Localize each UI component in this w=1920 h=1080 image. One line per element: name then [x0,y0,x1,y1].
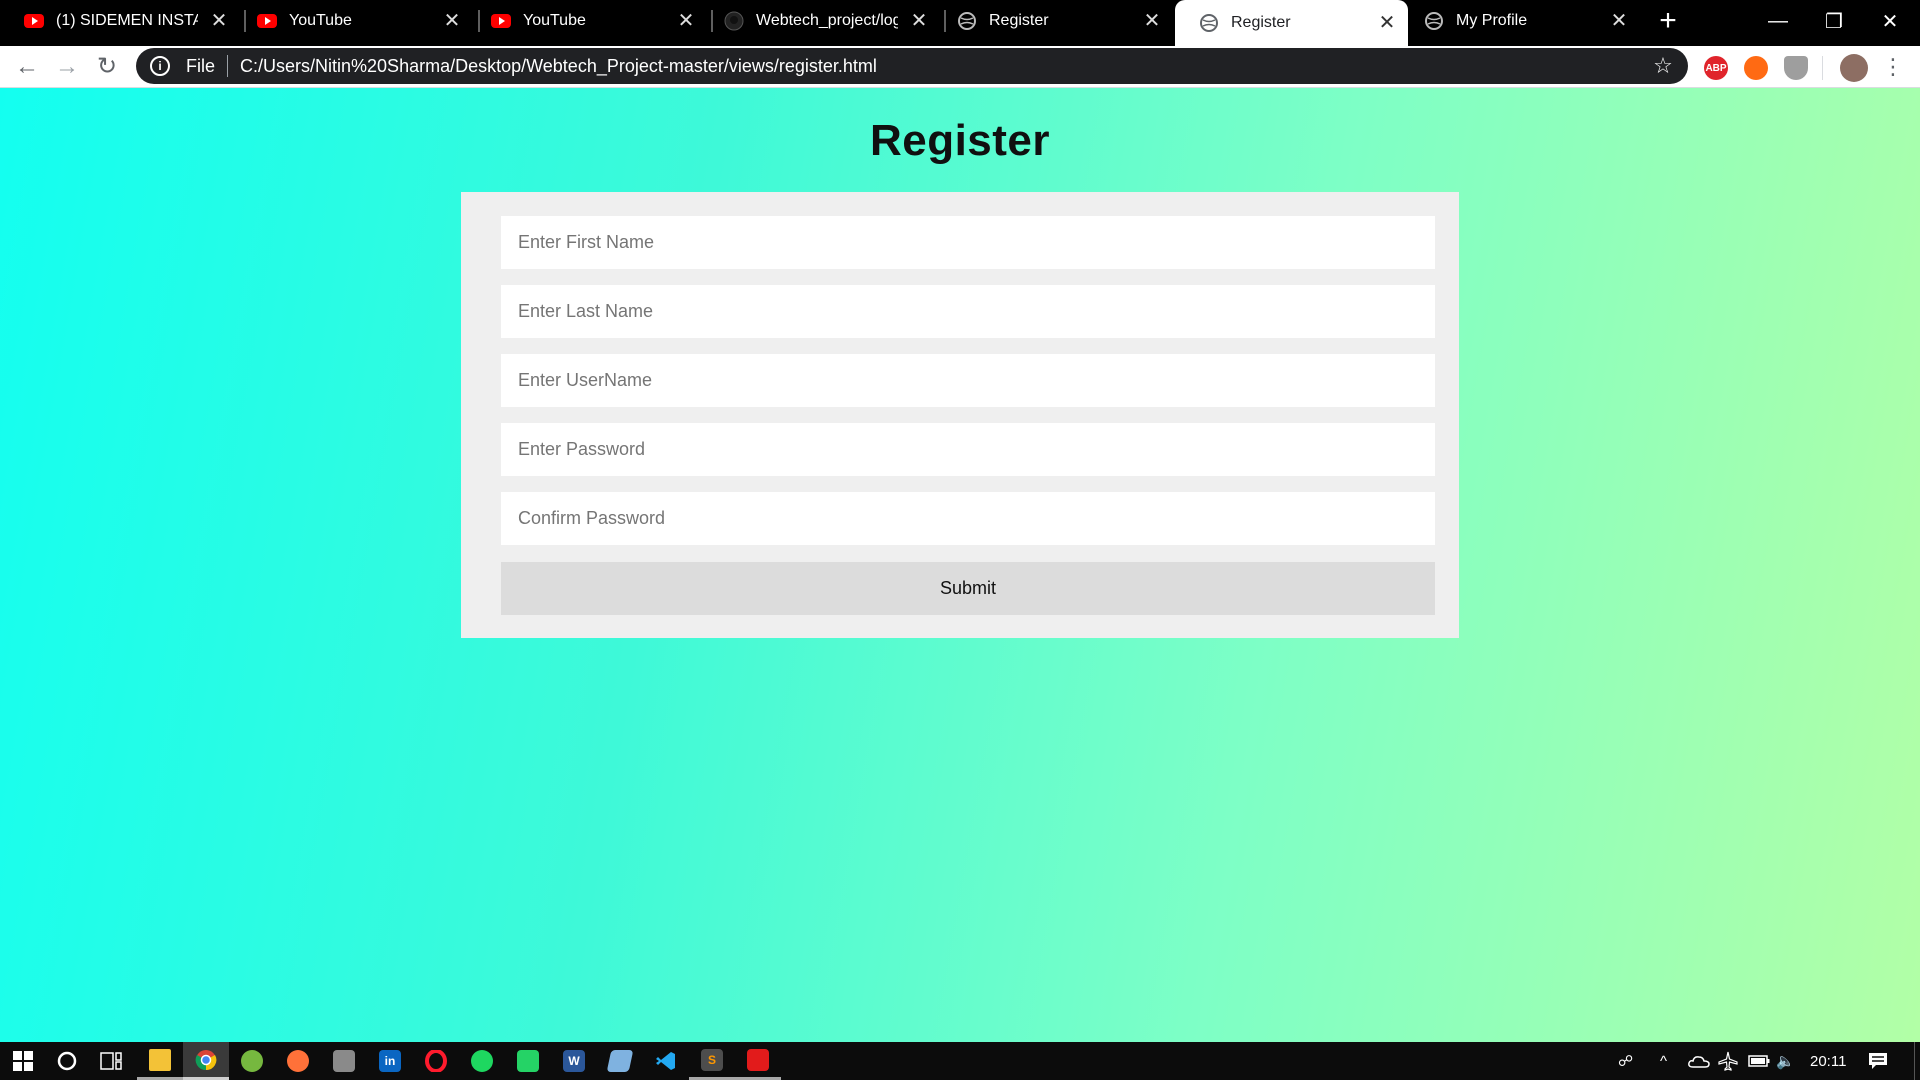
url-scheme: File [186,55,216,76]
shield-icon[interactable] [1784,56,1808,80]
close-icon[interactable]: ✕ [675,10,697,32]
utorrent-icon[interactable] [229,1042,275,1080]
linkedin-icon[interactable]: in [367,1042,413,1080]
url-text[interactable]: C:/Users/Nitin%20Sharma/Desktop/Webtech_… [240,56,1648,77]
tab-youtube-2[interactable]: YouTube ✕ [467,0,707,42]
camera-icon[interactable] [321,1042,367,1080]
tab-title: YouTube [523,12,586,29]
tab-youtube-1[interactable]: YouTube ✕ [233,0,473,42]
show-desktop-button[interactable] [1914,1042,1915,1080]
browser-menu-icon[interactable]: ⋮ [1876,50,1910,84]
close-icon[interactable]: ✕ [908,10,930,32]
restore-button[interactable]: ❐ [1806,0,1862,42]
close-icon[interactable]: ✕ [1376,12,1398,34]
onedrive-icon[interactable] [1688,1042,1710,1080]
page-content: Register Submit [0,88,1920,1042]
battery-icon[interactable] [1748,1042,1770,1080]
tab-title: Register [1231,14,1291,31]
word-icon[interactable]: W [551,1042,597,1080]
clock[interactable]: 20:11 [1810,1042,1846,1080]
bookmark-star-icon[interactable]: ☆ [1648,53,1678,79]
window-close-button[interactable]: ✕ [1862,0,1918,42]
tab-register-active[interactable]: Register ✕ [1175,0,1408,46]
action-center-icon[interactable] [1868,1042,1888,1080]
confirm-password-input[interactable] [501,492,1435,545]
word-label: W [563,1050,585,1072]
chevron-up-icon[interactable]: ^ [1660,1042,1667,1080]
vscode-icon[interactable] [643,1042,689,1080]
sublime-label: S [701,1048,723,1071]
tab-webtech-login[interactable]: Webtech_project/login ✕ [700,0,940,42]
address-bar[interactable]: i File C:/Users/Nitin%20Sharma/Desktop/W… [136,48,1688,84]
cortana-icon[interactable] [44,1042,90,1080]
info-icon[interactable]: i [150,56,170,76]
globe-icon [957,11,977,31]
people-icon[interactable]: ☍ [1618,1042,1633,1080]
forward-button[interactable]: → [50,50,84,84]
username-input[interactable] [501,354,1435,407]
airplane-icon[interactable] [1718,1042,1738,1080]
register-form: Submit [461,192,1459,638]
youtube-icon [257,11,277,31]
windows-start-icon[interactable] [0,1042,46,1080]
notes-icon[interactable] [597,1042,643,1080]
close-icon[interactable]: ✕ [208,10,230,32]
omnibox-divider [227,55,229,77]
github-icon [724,11,744,31]
whatsapp-icon[interactable] [505,1042,551,1080]
linkedin-label: in [379,1050,401,1072]
globe-icon [1424,11,1444,31]
tab-register-1[interactable]: Register ✕ [933,0,1173,42]
opera-icon[interactable] [413,1042,459,1080]
close-icon[interactable]: ✕ [1608,10,1630,32]
tab-my-profile[interactable]: My Profile ✕ [1400,0,1640,42]
last-name-input[interactable] [501,285,1435,338]
extension-icon[interactable] [1744,56,1768,80]
volume-icon[interactable]: 🔈 [1776,1042,1795,1080]
windows-taskbar: in W S ☍ ^ 🔈 20:11 [0,1042,1920,1080]
tab-title: My Profile [1456,12,1528,29]
tab-title: (1) SIDEMEN INSTAGRAM [56,12,198,29]
acrobat-icon[interactable] [735,1042,781,1080]
new-tab-button[interactable]: + [1652,6,1684,38]
tab-title: YouTube [289,12,352,29]
file-explorer-icon[interactable] [137,1042,183,1080]
globe-icon [1199,13,1219,33]
password-input[interactable] [501,423,1435,476]
adblock-icon[interactable]: ABP [1704,56,1728,80]
avatar[interactable] [1840,54,1868,82]
first-name-input[interactable] [501,216,1435,269]
youtube-icon [24,11,44,31]
tab-sidemen-instagram[interactable]: (1) SIDEMEN INSTAGRAM ✕ [0,0,240,42]
browser-toolbar: ← → ↻ i File C:/Users/Nitin%20Sharma/Des… [0,46,1920,88]
page-title: Register [869,116,1051,165]
back-button[interactable]: ← [10,50,44,84]
minimize-button[interactable]: — [1750,0,1806,42]
chrome-icon[interactable] [183,1042,229,1080]
youtube-icon [491,11,511,31]
tab-title: Webtech_project/login [756,12,898,29]
spotify-icon[interactable] [459,1042,505,1080]
close-icon[interactable]: ✕ [441,10,463,32]
firefox-icon[interactable] [275,1042,321,1080]
sublime-icon[interactable]: S [689,1042,735,1080]
submit-button[interactable]: Submit [501,562,1435,615]
reload-button[interactable]: ↻ [90,50,124,84]
close-icon[interactable]: ✕ [1141,10,1163,32]
task-view-icon[interactable] [88,1042,134,1080]
tab-title: Register [989,12,1049,29]
browser-tab-strip: (1) SIDEMEN INSTAGRAM ✕ YouTube ✕ YouTub… [0,0,1920,46]
toolbar-divider [1822,56,1823,80]
